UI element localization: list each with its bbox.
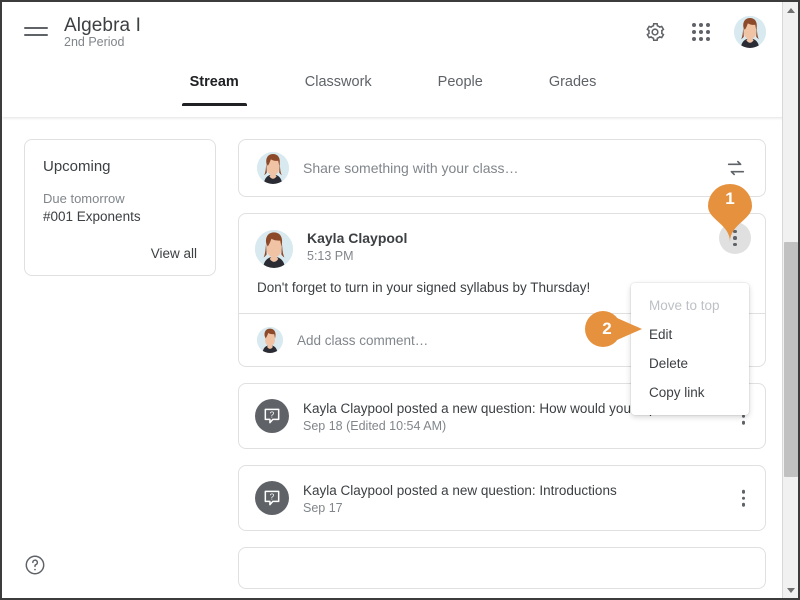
question-bubble-icon: ? (255, 481, 289, 515)
avatar[interactable] (734, 16, 766, 48)
question-date: Sep 18 (Edited 10:54 AM) (303, 418, 447, 433)
share-post-box[interactable]: Share something with your class… (238, 139, 766, 197)
callout-badge-1: 1 (708, 184, 752, 242)
question-post-card[interactable]: ? Kayla Claypool posted a new question: … (238, 465, 766, 531)
scroll-up-arrow-icon[interactable] (783, 2, 798, 18)
svg-text:?: ? (270, 409, 275, 419)
header-actions (642, 16, 766, 48)
post-timestamp: 5:13 PM (307, 249, 354, 263)
menu-item-delete[interactable]: Delete (631, 349, 749, 378)
menu-item-edit[interactable]: Edit (631, 320, 749, 349)
add-comment-placeholder[interactable]: Add class comment… (297, 333, 428, 348)
question-bubble-icon: ? (255, 399, 289, 433)
gear-icon[interactable] (642, 19, 668, 45)
question-title: Kayla Claypool posted a new question: In… (303, 482, 617, 498)
help-circle-icon[interactable] (24, 554, 46, 576)
avatar (257, 152, 289, 184)
tab-stream[interactable]: Stream (178, 64, 251, 106)
vertical-scrollbar[interactable] (782, 2, 798, 598)
upcoming-card: Upcoming Due tomorrow #001 Exponents Vie… (24, 139, 216, 276)
apps-grid-dots (692, 23, 710, 41)
callout-number: 2 (602, 319, 612, 338)
view-all-button[interactable]: View all (43, 246, 197, 261)
post-header: Kayla Claypool 5:13 PM (239, 214, 765, 268)
post-meta: Kayla Claypool 5:13 PM (307, 230, 407, 263)
next-post-card-partial[interactable] (238, 547, 766, 589)
tab-people[interactable]: People (426, 64, 495, 106)
share-input-placeholder[interactable]: Share something with your class… (303, 160, 725, 176)
menu-item-move-to-top: Move to top (649, 298, 720, 313)
page-title: Algebra I (64, 15, 141, 36)
callout-number: 1 (725, 189, 735, 208)
tab-grades[interactable]: Grades (537, 64, 609, 106)
header-top-row: Algebra I 2nd Period (2, 2, 784, 70)
post-options-menu: Move to top Edit Delete Copy link (631, 283, 749, 415)
scrollbar-thumb[interactable] (784, 242, 798, 477)
avatar (257, 327, 283, 353)
question-more-options-button[interactable] (741, 489, 745, 507)
question-text-block: Kayla Claypool posted a new question: In… (303, 482, 617, 515)
google-classroom-stream-window: Algebra I 2nd Period Stream Classwork Pe… (0, 0, 800, 600)
reuse-post-icon[interactable] (725, 157, 747, 179)
post-author-name: Kayla Claypool (307, 230, 408, 246)
avatar (255, 230, 293, 268)
tab-classwork[interactable]: Classwork (293, 64, 384, 106)
menu-item-copy-link[interactable]: Copy link (631, 378, 749, 407)
callout-badge-2: 2 (585, 311, 643, 347)
upcoming-assignment[interactable]: #001 Exponents (43, 209, 197, 224)
upcoming-title: Upcoming (43, 158, 111, 175)
main-tabs: Stream Classwork People Grades (2, 64, 784, 106)
app-header: Algebra I 2nd Period Stream Classwork Pe… (2, 2, 784, 117)
svg-text:?: ? (270, 491, 275, 501)
course-section-label: 2nd Period (64, 35, 125, 49)
apps-grid-icon[interactable] (688, 19, 714, 45)
scroll-down-arrow-icon[interactable] (783, 582, 798, 598)
upcoming-due-label: Due tomorrow (43, 191, 125, 206)
question-date: Sep 17 (303, 500, 343, 515)
hamburger-menu-icon[interactable] (24, 22, 50, 44)
